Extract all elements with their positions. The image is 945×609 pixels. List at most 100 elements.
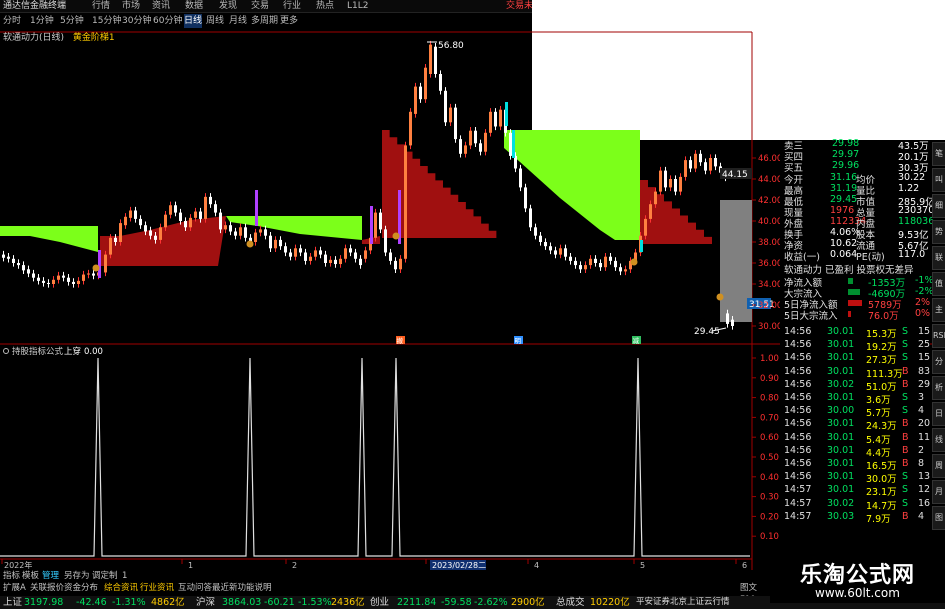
side-tab[interactable]: 值	[932, 272, 945, 296]
side-tab[interactable]: 日	[932, 402, 945, 426]
time-tick-label: 6	[742, 561, 747, 570]
indicator-label[interactable]: 软通动力(日线)	[3, 33, 64, 43]
side-tab[interactable]: 析	[932, 376, 945, 400]
gold-ladder-label[interactable]: 黄金阶梯1	[73, 33, 115, 43]
sub-tick-label: 0.10	[760, 532, 779, 542]
candle-body	[294, 248, 297, 257]
flow-percent: -2%	[915, 286, 934, 297]
candle-body	[234, 231, 237, 236]
period-tab-15min[interactable]: 15分钟	[92, 14, 121, 28]
tick-volume: 5.4万	[866, 434, 891, 446]
period-tab-5min[interactable]: 5分钟	[60, 14, 84, 28]
candle-body	[309, 256, 312, 261]
side-tab[interactable]: 联	[932, 246, 945, 270]
tick-price: 30.03	[827, 510, 855, 522]
candle-body	[259, 229, 262, 233]
side-tab[interactable]: 分	[932, 350, 945, 374]
trade-button[interactable]: 交易未	[506, 0, 533, 12]
side-tab[interactable]: 线	[932, 428, 945, 452]
candle-body	[669, 179, 672, 188]
period-tab-daily[interactable]: 日线	[184, 14, 203, 28]
bottom-tab[interactable]: 互动问答	[178, 582, 212, 594]
menu-discover[interactable]: 发现	[219, 0, 237, 12]
side-tab[interactable]: 图	[932, 506, 945, 530]
side-tab[interactable]: 主	[932, 298, 945, 322]
tick-price: 30.01	[827, 326, 855, 337]
period-tab-fenshi[interactable]: 分时	[3, 14, 21, 28]
tick-time: 14:56	[784, 444, 812, 456]
menu-news[interactable]: 资讯	[152, 0, 170, 12]
sz-label[interactable]: 沪深	[196, 596, 215, 609]
period-tab-1min[interactable]: 1分钟	[30, 14, 54, 28]
tick-volume: 16.5万	[866, 461, 897, 472]
tick-count: 3	[918, 392, 925, 403]
side-tab[interactable]: 叫	[932, 168, 945, 192]
event-tag-label: 明	[515, 337, 522, 345]
orderbook-price: 29.97	[832, 149, 860, 160]
period-tab-60min[interactable]: 60分钟	[153, 14, 182, 28]
period-tab-weekly[interactable]: 周线	[206, 14, 224, 28]
side-tab[interactable]: 细	[932, 194, 945, 218]
tick-count: 29	[918, 378, 931, 390]
candle-body	[709, 158, 712, 171]
menu-trade[interactable]: 交易	[251, 0, 269, 12]
bottom-tab[interactable]: 调定制	[92, 570, 118, 582]
period-tab-multi[interactable]: 多周期	[251, 14, 278, 28]
period-tab-30min[interactable]: 30分钟	[122, 14, 151, 28]
candle-body	[72, 281, 75, 284]
candle-body	[544, 242, 547, 247]
side-tab[interactable]: RSI	[932, 324, 945, 348]
candle-body	[87, 273, 90, 275]
sh-label[interactable]: 上证	[3, 596, 22, 609]
tick-side: S	[902, 405, 909, 417]
candle-body	[674, 179, 677, 192]
side-tab[interactable]: 月	[932, 480, 945, 504]
bottom-tab[interactable]: 扩展A	[3, 582, 26, 594]
tick-count: 15	[918, 352, 931, 364]
bottom-tab[interactable]: 行业资讯	[140, 582, 174, 594]
bottom-tab[interactable]: 指标	[3, 570, 20, 582]
bottom-tab[interactable]: 管理	[42, 570, 59, 582]
bottom-tab[interactable]: 另存为	[64, 570, 90, 582]
news-ticker[interactable]: 平安证券北京上证云行情	[636, 596, 730, 609]
side-tab[interactable]: 周	[932, 454, 945, 478]
candle-body	[354, 252, 357, 259]
candle-body	[164, 214, 167, 228]
side-tab[interactable]: 势	[932, 220, 945, 244]
gold-coin-icon	[716, 293, 724, 301]
menu-hot[interactable]: 热点	[316, 0, 334, 12]
tick-volume: 15.3万	[866, 329, 897, 340]
bottom-tab[interactable]: 资金分布	[64, 582, 98, 594]
red-ladder-region	[100, 216, 226, 266]
indicator-chart[interactable]: 持股指标公式 上穿 0.00 1.00 0.90 0.80 0.70 0.60 0.50 0.40…	[0, 346, 779, 570]
price-tick-label: 34.00	[758, 280, 782, 290]
bottom-tab[interactable]: 综合资讯	[104, 582, 138, 594]
period-tab-more[interactable]: 更多	[280, 14, 298, 28]
candle-body	[589, 258, 592, 266]
candle-body	[494, 111, 497, 127]
menu-data[interactable]: 数据	[185, 0, 203, 12]
cy-amount: 2900亿	[511, 597, 545, 608]
bottom-tab[interactable]: 1	[122, 570, 127, 582]
price-tick-label: 30.00	[758, 322, 782, 332]
settings-icon	[3, 348, 9, 354]
menu-industry[interactable]: 行业	[283, 0, 301, 12]
candle-body	[479, 143, 482, 152]
stat-value: 1.22	[898, 183, 920, 194]
candle-body	[434, 46, 437, 74]
menu-l1l2[interactable]: L1L2	[347, 0, 368, 12]
sh-percent: -1.31%	[112, 597, 146, 608]
candle-body	[279, 239, 282, 247]
cy-label[interactable]: 创业	[370, 596, 389, 609]
bottom-tab[interactable]: 模板	[22, 570, 39, 582]
candle-body	[264, 229, 267, 236]
menu-quote[interactable]: 行情	[92, 0, 110, 12]
tick-side: S	[902, 497, 909, 509]
menu-market[interactable]: 市场	[122, 0, 140, 12]
side-tab[interactable]: 笔	[932, 142, 945, 166]
bottom-tab[interactable]: 关联报价	[30, 582, 64, 594]
bottom-tab[interactable]: 最近新功能说明	[212, 582, 272, 594]
gold-coin-icon	[630, 258, 638, 266]
candle-body	[419, 86, 422, 100]
period-tab-monthly[interactable]: 月线	[229, 14, 247, 28]
